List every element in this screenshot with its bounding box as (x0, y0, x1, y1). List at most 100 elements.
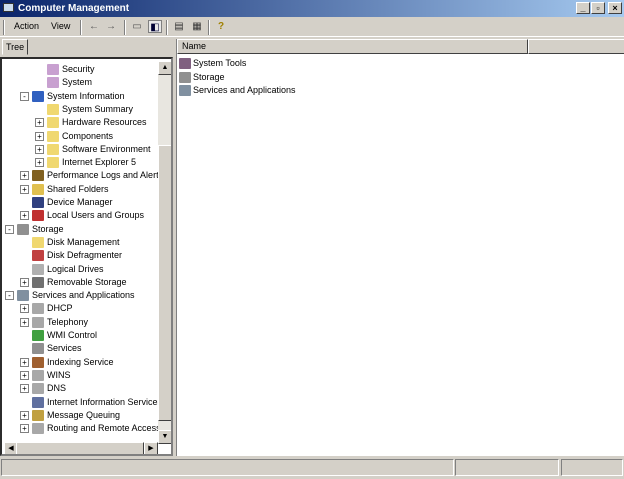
forward-icon[interactable]: → (104, 20, 118, 33)
menu-view[interactable]: View (51, 21, 70, 31)
minimize-button[interactable]: _ (576, 2, 590, 14)
list-item-label: System Tools (193, 58, 247, 68)
expand-icon[interactable]: + (20, 171, 29, 181)
column-header-name[interactable]: Name (177, 39, 528, 54)
computer-management-icon (3, 3, 14, 12)
tree-item[interactable]: Logical Drives (2, 263, 157, 276)
list-item[interactable]: System Tools (179, 57, 246, 70)
tree-item[interactable]: + DNS (2, 382, 157, 395)
tree-item-label: Disk Defragmenter (47, 250, 123, 261)
list-item[interactable]: Services and Applications (179, 84, 296, 97)
folder-icon (47, 103, 59, 115)
tree-item[interactable]: Internet Information Services (2, 396, 162, 409)
scroll-right-button[interactable]: ▶ (144, 442, 158, 454)
show-tree-icon[interactable]: ◧ (148, 20, 162, 33)
tree-item-label: Performance Logs and Alerts (47, 170, 164, 181)
tree-item[interactable]: Security (2, 63, 157, 76)
expand-icon[interactable]: + (20, 384, 29, 394)
expand-icon[interactable]: + (20, 304, 29, 314)
tree-item-label: Removable Storage (47, 276, 127, 287)
expand-icon[interactable]: + (20, 370, 29, 380)
separator (166, 20, 168, 35)
tree-item[interactable]: + Indexing Service (2, 356, 157, 369)
details-pane: Name System Tools Storage Services and App… (176, 39, 624, 456)
tree-item[interactable]: Services (2, 342, 157, 355)
expand-icon[interactable]: + (35, 131, 44, 141)
status-bar-panel-3 (561, 459, 623, 476)
tree-item[interactable]: + Hardware Resources (2, 116, 157, 129)
expand-icon[interactable]: + (20, 211, 29, 221)
expand-icon[interactable]: + (20, 410, 29, 420)
device-manager-icon (32, 197, 44, 208)
tree-item[interactable]: + Routing and Remote Access (2, 422, 161, 435)
storage-icon (17, 223, 29, 235)
tree-item[interactable]: Disk Management (2, 236, 157, 249)
collapse-icon[interactable]: - (5, 224, 14, 234)
hscroll-thumb[interactable] (16, 442, 144, 454)
tree-item-label: Components (62, 130, 114, 141)
scroll-up-button[interactable]: ▲ (158, 61, 171, 75)
tree-item[interactable]: + Shared Folders (2, 183, 157, 196)
scroll-thumb[interactable] (158, 145, 171, 421)
folder-icon (47, 117, 59, 129)
tree-item-label: Telephony (47, 316, 89, 327)
tree-item-label: Logical Drives (47, 263, 104, 274)
vertical-scrollbar[interactable]: ▲ ▼ (158, 61, 171, 444)
menu-action[interactable]: Action (14, 21, 39, 31)
tree-item-label: Indexing Service (47, 356, 114, 367)
server-icon (32, 383, 44, 395)
tab-tree[interactable]: Tree (2, 39, 28, 55)
expand-icon[interactable]: + (35, 118, 44, 128)
drive-icon (32, 263, 44, 275)
expand-icon[interactable]: + (20, 357, 29, 367)
scroll-down-button[interactable]: ▼ (158, 430, 171, 444)
back-icon[interactable]: ← (87, 20, 101, 33)
tree-item[interactable]: System (2, 76, 157, 89)
tree-item[interactable]: + WINS (2, 369, 157, 382)
tree-item-label: Software Environment (62, 143, 151, 154)
tree-item[interactable]: + Internet Explorer 5 (2, 156, 157, 169)
tree-item[interactable]: System Summary (2, 103, 157, 116)
collapse-icon[interactable]: - (5, 291, 14, 301)
tree-item-label: Internet Explorer 5 (62, 157, 137, 168)
tree-item[interactable]: Device Manager (2, 196, 157, 209)
server-icon (32, 423, 44, 435)
tree-item[interactable]: - System Information (2, 90, 157, 103)
tree-item[interactable]: - Services and Applications (2, 289, 157, 302)
tree-item[interactable]: + Software Environment (2, 143, 157, 156)
restore-button[interactable]: ▫ (591, 2, 605, 14)
close-button[interactable]: × (608, 2, 622, 14)
tree-item[interactable]: Disk Defragmenter (2, 249, 157, 262)
tree-item[interactable]: + Removable Storage (2, 276, 157, 289)
tree-item-label: System (62, 77, 93, 88)
expand-icon[interactable]: + (20, 424, 29, 434)
folder-icon (32, 236, 44, 248)
horizontal-scrollbar[interactable]: ◀ ▶ (4, 442, 158, 454)
tree-item-label: WINS (47, 369, 71, 380)
tree-item-label: Storage (32, 223, 64, 234)
performance-icon (32, 170, 44, 182)
expand-icon[interactable]: + (20, 277, 29, 287)
list-item[interactable]: Storage (179, 71, 225, 84)
expand-icon[interactable]: + (20, 184, 29, 194)
tree-item[interactable]: - Storage (2, 223, 157, 236)
tree-item[interactable]: + Local Users and Groups (2, 209, 157, 222)
separator (124, 20, 126, 35)
tree-item[interactable]: WMI Control (2, 329, 157, 342)
collapse-icon[interactable]: - (20, 91, 29, 101)
properties-icon[interactable]: ▤ (172, 20, 186, 33)
tree-item[interactable]: + Telephony (2, 316, 157, 329)
up-folder-icon[interactable]: ▭ (130, 20, 144, 33)
tree-item-label: Services (47, 343, 82, 354)
expand-icon[interactable]: + (35, 158, 44, 168)
expand-icon[interactable]: + (35, 144, 44, 154)
tree-item[interactable]: + Components (2, 130, 157, 143)
export-list-icon[interactable]: ▦ (190, 20, 204, 33)
help-icon[interactable]: ? (214, 20, 228, 33)
expand-icon[interactable]: + (20, 317, 29, 327)
separator (208, 20, 210, 35)
tree-item[interactable]: + Message Queuing (2, 409, 157, 422)
tree-item[interactable]: + DHCP (2, 302, 157, 315)
list-item-label: Storage (193, 71, 225, 82)
tree-item[interactable]: + Performance Logs and Alerts (2, 169, 163, 182)
